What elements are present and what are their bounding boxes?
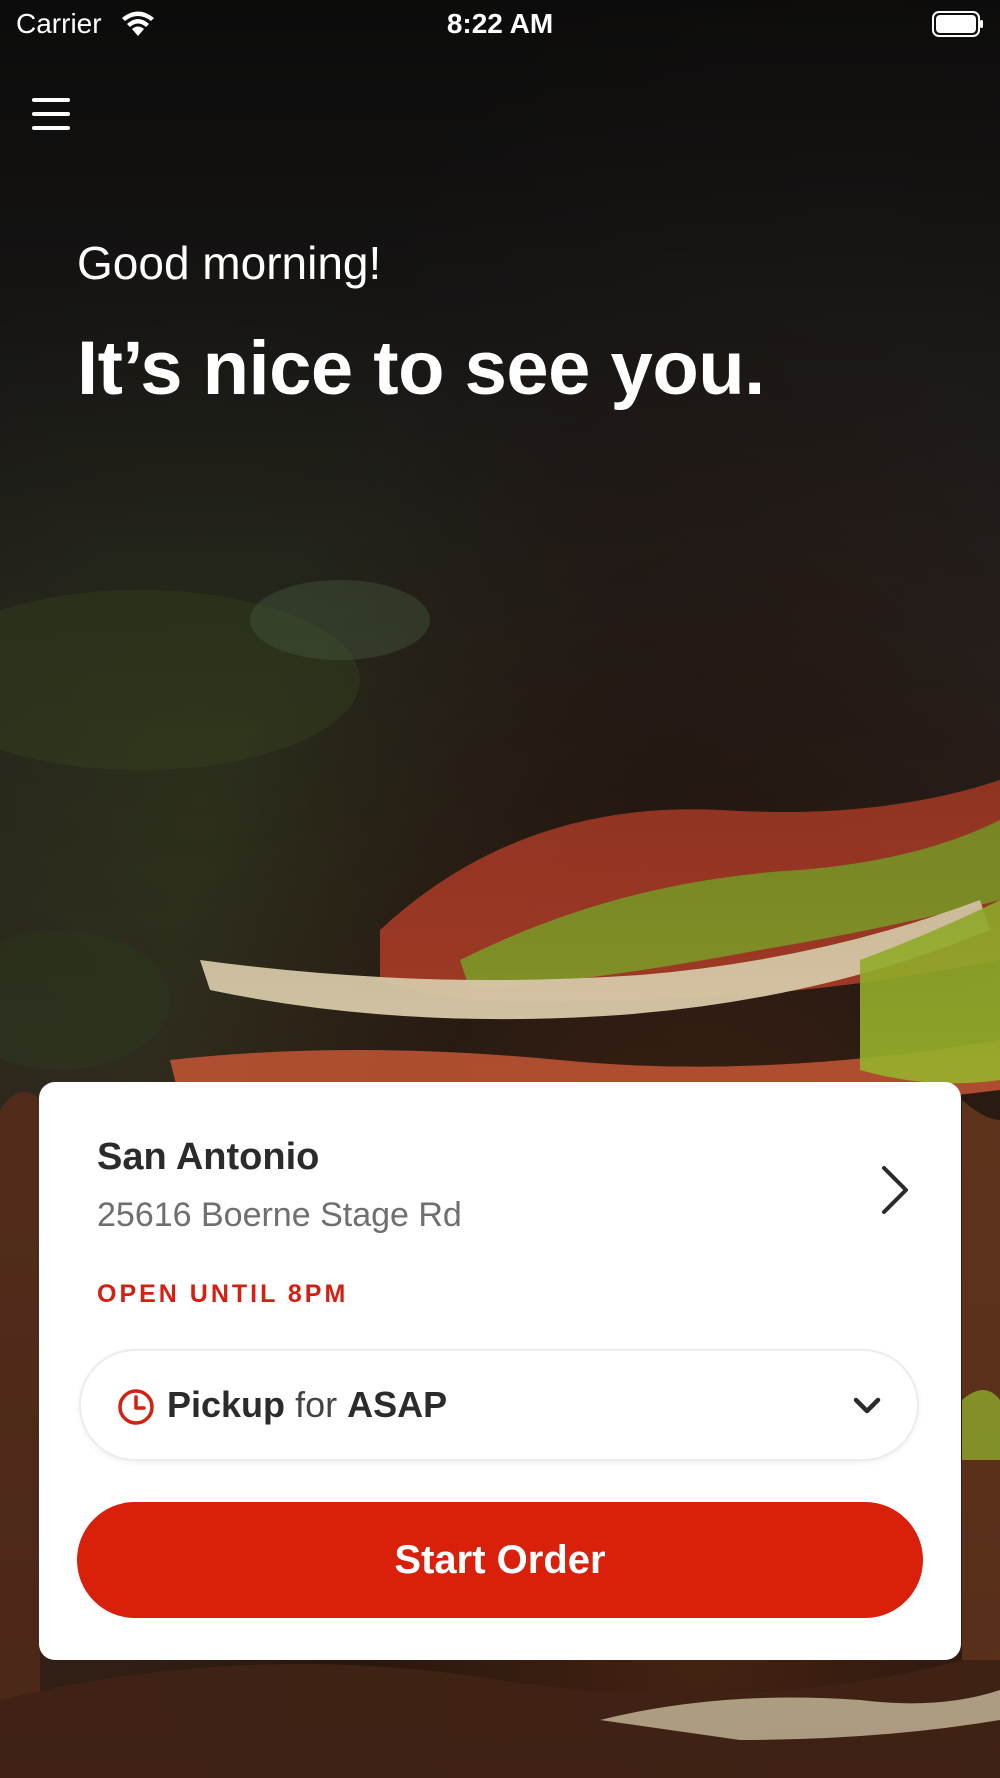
hamburger-menu-icon[interactable] <box>32 88 84 140</box>
pickup-time-selector[interactable]: Pickup for ASAP <box>79 1349 919 1461</box>
pickup-mode: Pickup <box>167 1384 286 1425</box>
location-address[interactable]: 25616 Boerne Stage Rd <box>97 1196 462 1235</box>
headline-text: It’s nice to see you. <box>77 326 765 411</box>
menu-bar <box>32 126 70 130</box>
open-status-label: OPEN UNTIL 8PM <box>97 1280 349 1308</box>
battery-icon <box>932 11 983 37</box>
greeting-text: Good morning! <box>77 237 382 289</box>
chevron-down-icon[interactable] <box>851 1393 883 1419</box>
chevron-right-icon[interactable] <box>874 1162 914 1218</box>
menu-bar <box>32 98 70 102</box>
home-screen: Carrier 8:22 AM Good morning! It’s nice … <box>0 0 1000 1778</box>
start-order-button[interactable]: Start Order <box>77 1502 923 1618</box>
location-name[interactable]: San Antonio <box>97 1136 319 1179</box>
location-card: San Antonio 25616 Boerne Stage Rd OPEN U… <box>39 1082 961 1660</box>
pickup-summary: Pickup for ASAP <box>167 1384 447 1426</box>
pickup-time: ASAP <box>347 1384 448 1425</box>
clock-time: 8:22 AM <box>446 8 554 39</box>
status-bar: Carrier 8:22 AM <box>0 0 1000 50</box>
clock-icon <box>118 1389 154 1425</box>
menu-bar <box>32 112 70 116</box>
pickup-connector: for <box>295 1384 338 1425</box>
